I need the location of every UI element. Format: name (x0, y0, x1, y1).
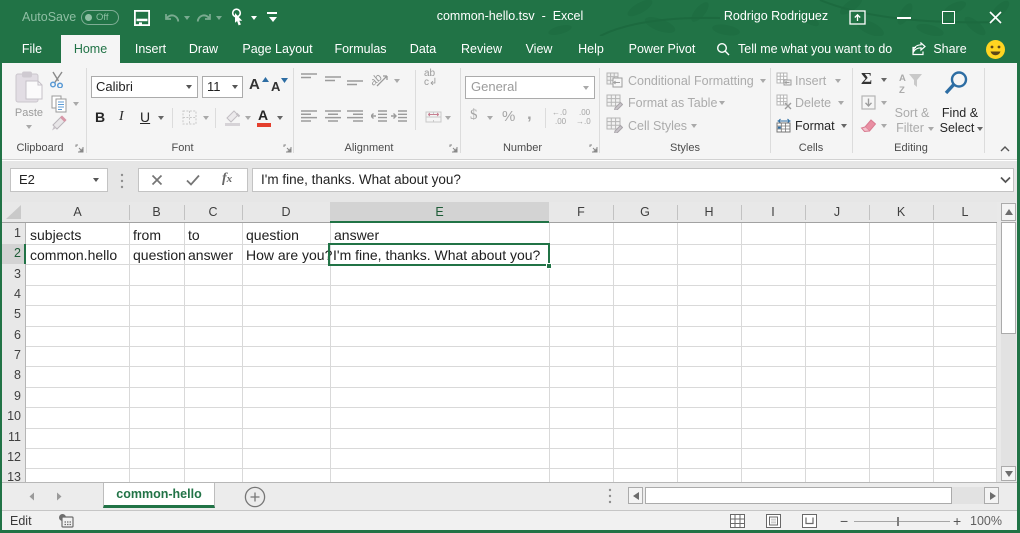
svg-text:A: A (899, 73, 906, 84)
svg-text:Z: Z (899, 85, 905, 96)
